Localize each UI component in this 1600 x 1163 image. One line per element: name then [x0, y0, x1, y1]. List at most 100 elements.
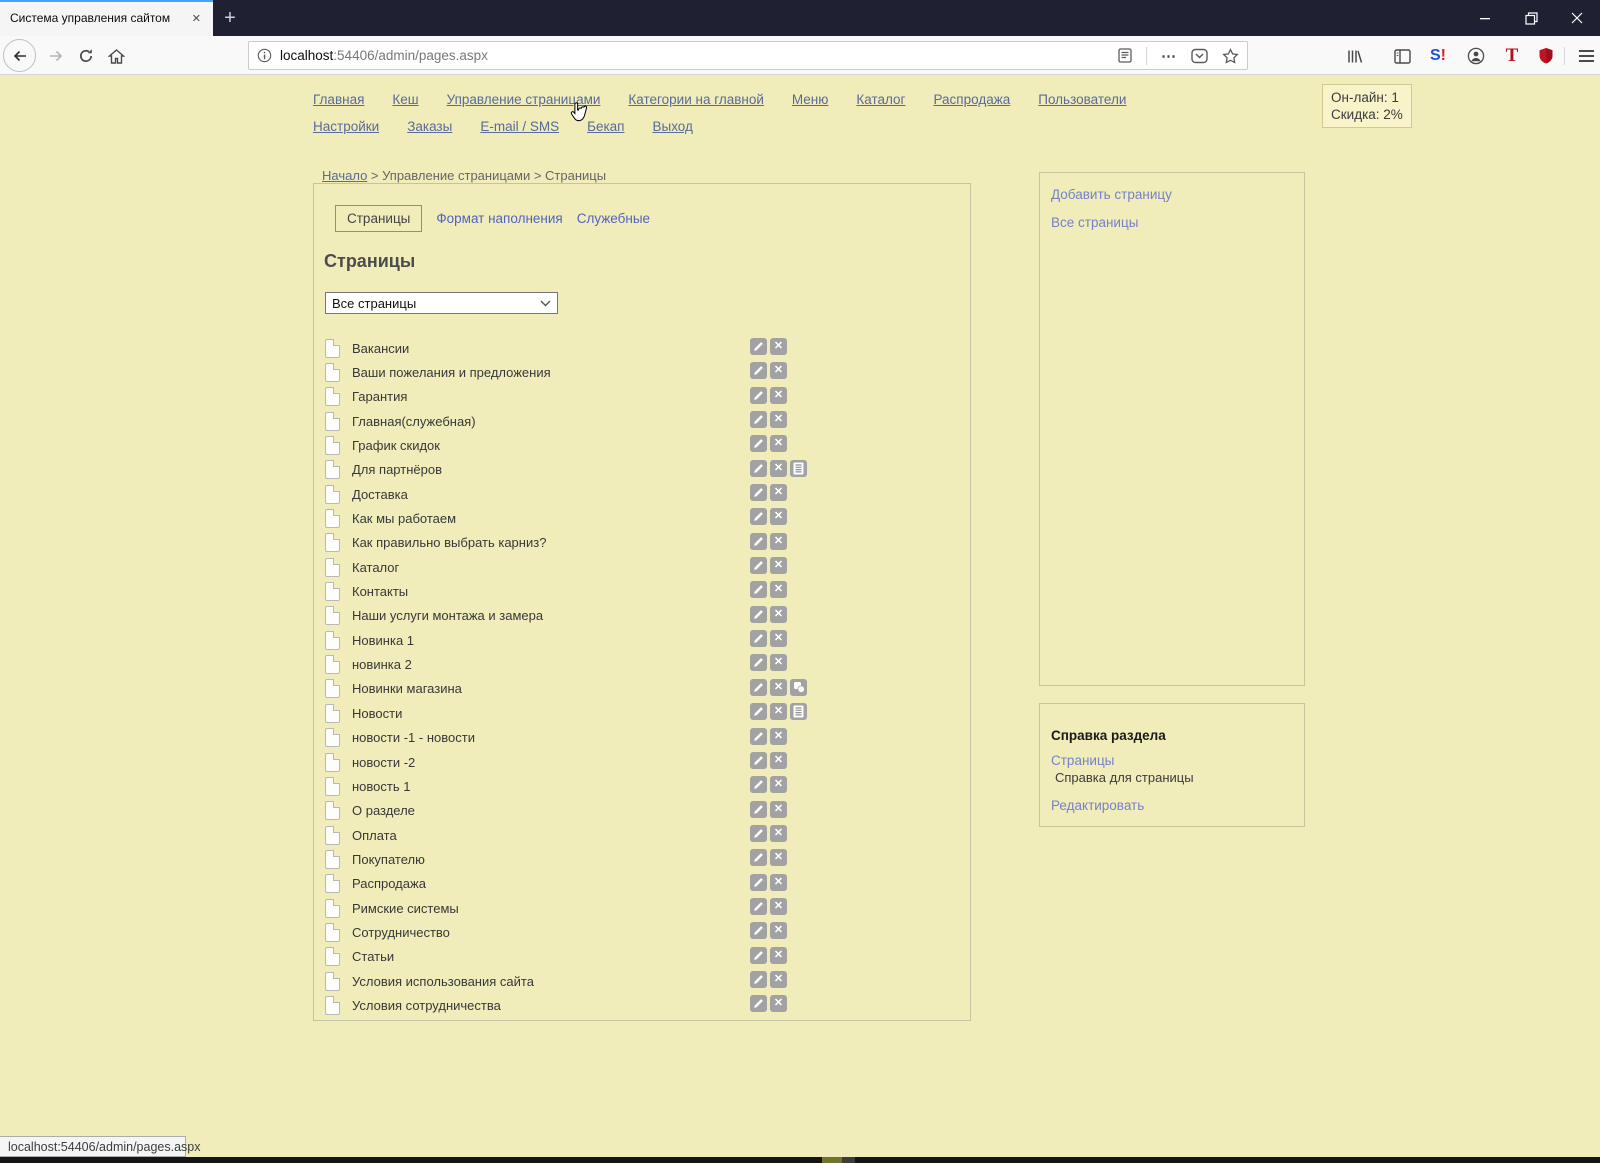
edit-page-button[interactable] [750, 897, 767, 915]
edit-page-button[interactable] [750, 751, 767, 769]
nav-link[interactable]: Каталог [856, 92, 905, 107]
delete-page-button[interactable]: ✕ [770, 970, 787, 988]
edit-page-button[interactable] [750, 946, 767, 964]
sidebar-toggle-icon[interactable] [1388, 42, 1416, 70]
edit-page-button[interactable] [750, 970, 767, 988]
edit-page-button[interactable] [750, 605, 767, 623]
home-button[interactable] [102, 42, 130, 70]
adblock-shield-icon[interactable] [1532, 42, 1560, 70]
page-actions-icon[interactable]: ⋯ [1161, 47, 1177, 65]
subpages-button[interactable] [790, 459, 807, 477]
delete-page-button[interactable]: ✕ [770, 727, 787, 745]
new-tab-button[interactable]: + [213, 0, 247, 36]
edit-page-button[interactable] [750, 557, 767, 575]
delete-page-button[interactable]: ✕ [770, 508, 787, 526]
account-icon[interactable] [1462, 42, 1490, 70]
edit-page-button[interactable] [750, 776, 767, 794]
reader-mode-icon[interactable] [1118, 48, 1132, 63]
nav-link[interactable]: Меню [792, 92, 829, 107]
reload-button[interactable] [72, 42, 100, 70]
delete-page-button[interactable]: ✕ [770, 824, 787, 842]
edit-page-button[interactable] [750, 532, 767, 550]
edit-page-button[interactable] [750, 849, 767, 867]
nav-link[interactable]: E-mail / SMS [480, 119, 559, 134]
help-pages-link[interactable]: Страницы [1051, 753, 1293, 768]
delete-page-button[interactable]: ✕ [770, 751, 787, 769]
edit-page-button[interactable] [750, 727, 767, 745]
delete-page-button[interactable]: ✕ [770, 338, 787, 355]
extension-s-icon[interactable]: S! [1424, 42, 1452, 70]
delete-page-button[interactable]: ✕ [770, 362, 787, 380]
forward-button[interactable] [42, 42, 70, 70]
edit-page-button[interactable] [750, 678, 767, 696]
edit-page-button[interactable] [750, 581, 767, 599]
delete-page-button[interactable]: ✕ [770, 800, 787, 818]
nav-link[interactable]: Распродажа [933, 92, 1010, 107]
edit-page-button[interactable] [750, 800, 767, 818]
delete-page-button[interactable]: ✕ [770, 873, 787, 891]
extension-t-icon[interactable]: T [1498, 42, 1526, 70]
delete-page-button[interactable]: ✕ [770, 678, 787, 696]
copy-page-button[interactable] [790, 678, 807, 696]
bookmark-star-icon[interactable] [1222, 47, 1239, 64]
delete-page-button[interactable]: ✕ [770, 922, 787, 940]
sidebar-link[interactable]: Добавить страницу [1051, 187, 1293, 202]
library-icon[interactable] [1340, 42, 1368, 70]
restore-button[interactable] [1508, 0, 1554, 36]
delete-page-button[interactable]: ✕ [770, 435, 787, 453]
breadcrumb-home-link[interactable]: Начало [322, 168, 367, 183]
delete-page-button[interactable]: ✕ [770, 557, 787, 575]
delete-page-button[interactable]: ✕ [770, 897, 787, 915]
back-button[interactable] [3, 39, 36, 72]
delete-page-button[interactable]: ✕ [770, 484, 787, 502]
edit-page-button[interactable] [750, 435, 767, 453]
minimize-button[interactable] [1462, 0, 1508, 36]
site-info-icon[interactable] [257, 48, 272, 63]
browser-tab[interactable]: Система управления сайтом ✕ [0, 0, 213, 36]
edit-page-button[interactable] [750, 411, 767, 429]
address-bar[interactable]: localhost:54406/admin/pages.aspx ⋯ [248, 41, 1248, 70]
pages-filter-select[interactable]: Все страницы [325, 292, 558, 314]
nav-link[interactable]: Бекап [587, 119, 624, 134]
edit-page-button[interactable] [750, 338, 767, 355]
tab-fill-format[interactable]: Формат наполнения [436, 211, 562, 226]
delete-page-button[interactable]: ✕ [770, 459, 787, 477]
delete-page-button[interactable]: ✕ [770, 386, 787, 404]
delete-page-button[interactable]: ✕ [770, 581, 787, 599]
delete-page-button[interactable]: ✕ [770, 946, 787, 964]
delete-page-button[interactable]: ✕ [770, 411, 787, 429]
sidebar-link[interactable]: Все страницы [1051, 215, 1293, 230]
close-button[interactable] [1554, 0, 1600, 36]
delete-page-button[interactable]: ✕ [770, 605, 787, 623]
delete-page-button[interactable]: ✕ [770, 995, 787, 1013]
nav-link[interactable]: Кеш [392, 92, 418, 107]
edit-page-button[interactable] [750, 703, 767, 721]
url-text[interactable]: localhost:54406/admin/pages.aspx [280, 48, 1118, 63]
delete-page-button[interactable]: ✕ [770, 849, 787, 867]
nav-link[interactable]: Заказы [407, 119, 452, 134]
nav-link[interactable]: Управление страницами [447, 92, 601, 107]
edit-page-button[interactable] [750, 630, 767, 648]
delete-page-button[interactable]: ✕ [770, 654, 787, 672]
nav-link[interactable]: Выход [652, 119, 692, 134]
help-edit-link[interactable]: Редактировать [1051, 798, 1293, 813]
tab-service[interactable]: Служебные [577, 211, 650, 226]
delete-page-button[interactable]: ✕ [770, 776, 787, 794]
edit-page-button[interactable] [750, 484, 767, 502]
edit-page-button[interactable] [750, 508, 767, 526]
edit-page-button[interactable] [750, 362, 767, 380]
edit-page-button[interactable] [750, 824, 767, 842]
edit-page-button[interactable] [750, 654, 767, 672]
nav-link[interactable]: Настройки [313, 119, 379, 134]
subpages-button[interactable] [790, 703, 807, 721]
pocket-icon[interactable] [1191, 48, 1208, 64]
delete-page-button[interactable]: ✕ [770, 703, 787, 721]
nav-link[interactable]: Категории на главной [628, 92, 764, 107]
edit-page-button[interactable] [750, 386, 767, 404]
delete-page-button[interactable]: ✕ [770, 532, 787, 550]
menu-hamburger-icon[interactable] [1572, 42, 1600, 70]
edit-page-button[interactable] [750, 459, 767, 477]
edit-page-button[interactable] [750, 995, 767, 1013]
nav-link[interactable]: Главная [313, 92, 364, 107]
tab-pages[interactable]: Страницы [335, 205, 423, 232]
